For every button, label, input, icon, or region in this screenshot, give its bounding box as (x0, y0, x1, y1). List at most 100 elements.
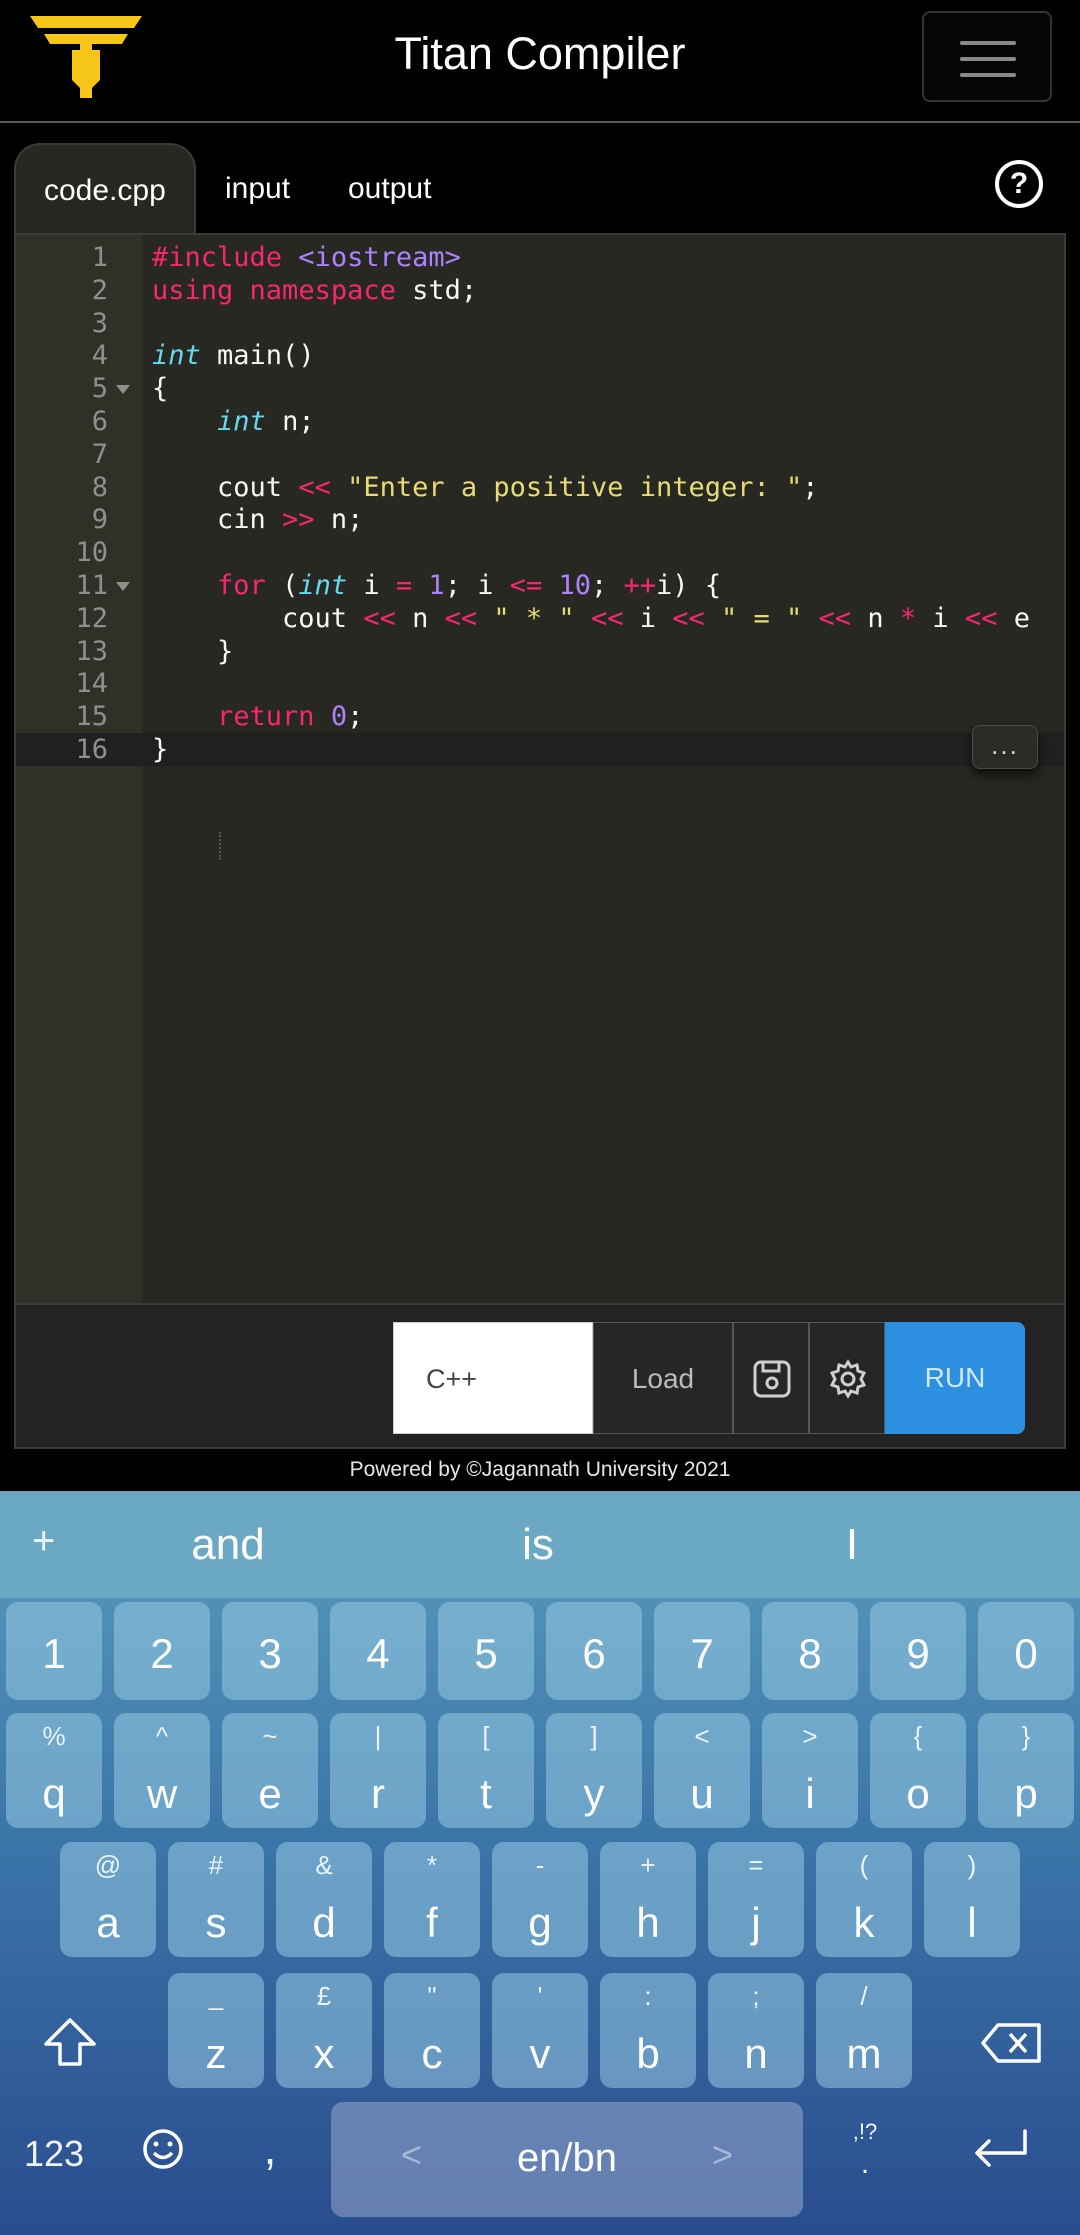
key-hint: [ (482, 1721, 490, 1751)
key-hint: @ (94, 1850, 122, 1880)
space-key[interactable]: < en/bn > (331, 2102, 803, 2217)
code-line[interactable]: 13 } (16, 635, 1064, 668)
key-label: b (636, 2030, 660, 2077)
fold-arrow-icon[interactable] (116, 385, 130, 395)
code-line[interactable]: 9 cin >> n; (16, 503, 1064, 536)
code-line[interactable]: 4 int main() (16, 339, 1064, 372)
code-line[interactable]: 7 (16, 438, 1064, 471)
emoji-key[interactable] (138, 2127, 188, 2176)
key-label: 8 (798, 1630, 822, 1677)
tab-input[interactable]: input (197, 143, 318, 235)
code-line[interactable]: 15 return 0; (16, 700, 1064, 733)
code-line[interactable]: 12 cout << n << " * " << i << " = " << n… (16, 602, 1064, 635)
suggestion-3[interactable]: I (742, 1491, 962, 1598)
key-p[interactable]: } p (978, 1713, 1074, 1828)
hamburger-menu-icon (960, 41, 1016, 45)
key-b[interactable]: :b (600, 1973, 696, 2088)
key-x[interactable]: £ x (276, 1973, 372, 2088)
code-line[interactable]: 6 int n; (16, 405, 1064, 438)
key-label: h (636, 1899, 660, 1946)
key-5[interactable]: 5 (438, 1602, 534, 1700)
key-3[interactable]: 3 (222, 1602, 318, 1700)
file-tabs: code.cpp input output ? (0, 123, 1080, 235)
key-label: j (751, 1899, 761, 1946)
suggestion-2[interactable]: is (428, 1491, 648, 1598)
key-label: l (967, 1899, 977, 1946)
suggestion-1[interactable]: and (118, 1491, 338, 1598)
code-area[interactable]: 1 #include <iostream> 2 using namespace std… (16, 235, 1064, 1303)
key-label: 1 (42, 1630, 66, 1677)
key-n[interactable]: ; n (708, 1973, 804, 2088)
key-h[interactable]: + h (600, 1842, 696, 1957)
key-g[interactable]: -g (492, 1842, 588, 1957)
footer-credit: Powered by ©Jagannath University 2021 (349, 1458, 731, 1481)
key-hint: / (860, 1981, 868, 2011)
tab-code-cpp[interactable]: code.cpp (14, 143, 196, 235)
punctuation-key[interactable]: ,!? . (840, 2119, 890, 2181)
line-number: 13 (75, 635, 108, 667)
code-line[interactable]: 14 (16, 667, 1064, 700)
code-text: cin >> n; (152, 504, 364, 536)
code-line[interactable]: 1 #include <iostream> (16, 241, 1064, 274)
line-number: 16 (75, 734, 108, 765)
code-line[interactable]: 3 (16, 307, 1064, 340)
key-z[interactable]: _ z (168, 1973, 264, 2088)
key-w[interactable]: ^ w (114, 1713, 210, 1828)
hamburger-menu-button[interactable] (922, 11, 1052, 102)
code-text: #include <iostream> (152, 242, 461, 273)
key-label: f (426, 1899, 438, 1946)
key-v[interactable]: ' v (492, 1973, 588, 2088)
key-m[interactable]: / m (816, 1973, 912, 2088)
key-2[interactable]: 2 (114, 1602, 210, 1700)
code-line[interactable]: 5{ (16, 372, 1064, 405)
code-line[interactable]: 8 cout << "Enter a positive integer: "; (16, 471, 1064, 504)
key-f[interactable]: * f (384, 1842, 480, 1957)
key-l[interactable]: ) l (924, 1842, 1020, 1957)
key-6[interactable]: 6 (546, 1602, 642, 1700)
run-button[interactable]: RUN (885, 1322, 1025, 1434)
key-t[interactable]: [t (438, 1713, 534, 1828)
load-button[interactable]: Load (593, 1322, 733, 1434)
save-button[interactable] (733, 1322, 809, 1434)
tab-output[interactable]: output (320, 143, 459, 235)
numbers-key[interactable]: 123 (12, 2133, 96, 2175)
settings-button[interactable] (809, 1322, 885, 1434)
key-e[interactable]: ~ e (222, 1713, 318, 1828)
code-line[interactable]: 10 (16, 536, 1064, 569)
key-r[interactable]: | r (330, 1713, 426, 1828)
code-line[interactable]: 2 using namespace std; (16, 274, 1064, 307)
code-line[interactable]: 16} (16, 733, 1064, 766)
key-j[interactable]: = j (708, 1842, 804, 1957)
key-0[interactable]: 0 (978, 1602, 1074, 1700)
key-c[interactable]: " c (384, 1973, 480, 2088)
key-a[interactable]: @ a (60, 1842, 156, 1957)
comma-key[interactable]: , (250, 2121, 290, 2175)
help-icon[interactable]: ? (995, 160, 1043, 208)
key-9[interactable]: 9 (870, 1602, 966, 1700)
fold-arrow-icon[interactable] (116, 582, 130, 591)
enter-key[interactable] (966, 2127, 1036, 2176)
code-line[interactable]: 11 for (int i = 1; i <= 10; ++i) { (16, 569, 1064, 602)
code-editor[interactable]: 1 #include <iostream> 2 using namespace std… (14, 233, 1066, 1305)
plus-icon[interactable]: + (32, 1519, 55, 1564)
suggestion-bar: + and is I (0, 1491, 1080, 1598)
language-select[interactable]: C++ (393, 1322, 593, 1434)
key-d[interactable]: & d (276, 1842, 372, 1957)
key-o[interactable]: {o (870, 1713, 966, 1828)
key-label: e (258, 1770, 282, 1817)
key-7[interactable]: 7 (654, 1602, 750, 1700)
shift-key[interactable] (30, 1986, 110, 2101)
key-y[interactable]: ] y (546, 1713, 642, 1828)
key-u[interactable]: < u (654, 1713, 750, 1828)
key-i[interactable]: > i (762, 1713, 858, 1828)
key-1[interactable]: 1 (6, 1602, 102, 1700)
key-k[interactable]: (k (816, 1842, 912, 1957)
line-number: 3 (91, 307, 108, 339)
more-options-button[interactable]: ... (972, 725, 1038, 769)
key-q[interactable]: % q (6, 1713, 102, 1828)
backspace-key[interactable] (966, 1986, 1056, 2101)
key-hint: } (1021, 1721, 1031, 1751)
key-4[interactable]: 4 (330, 1602, 426, 1700)
key-s[interactable]: # s (168, 1842, 264, 1957)
key-8[interactable]: 8 (762, 1602, 858, 1700)
